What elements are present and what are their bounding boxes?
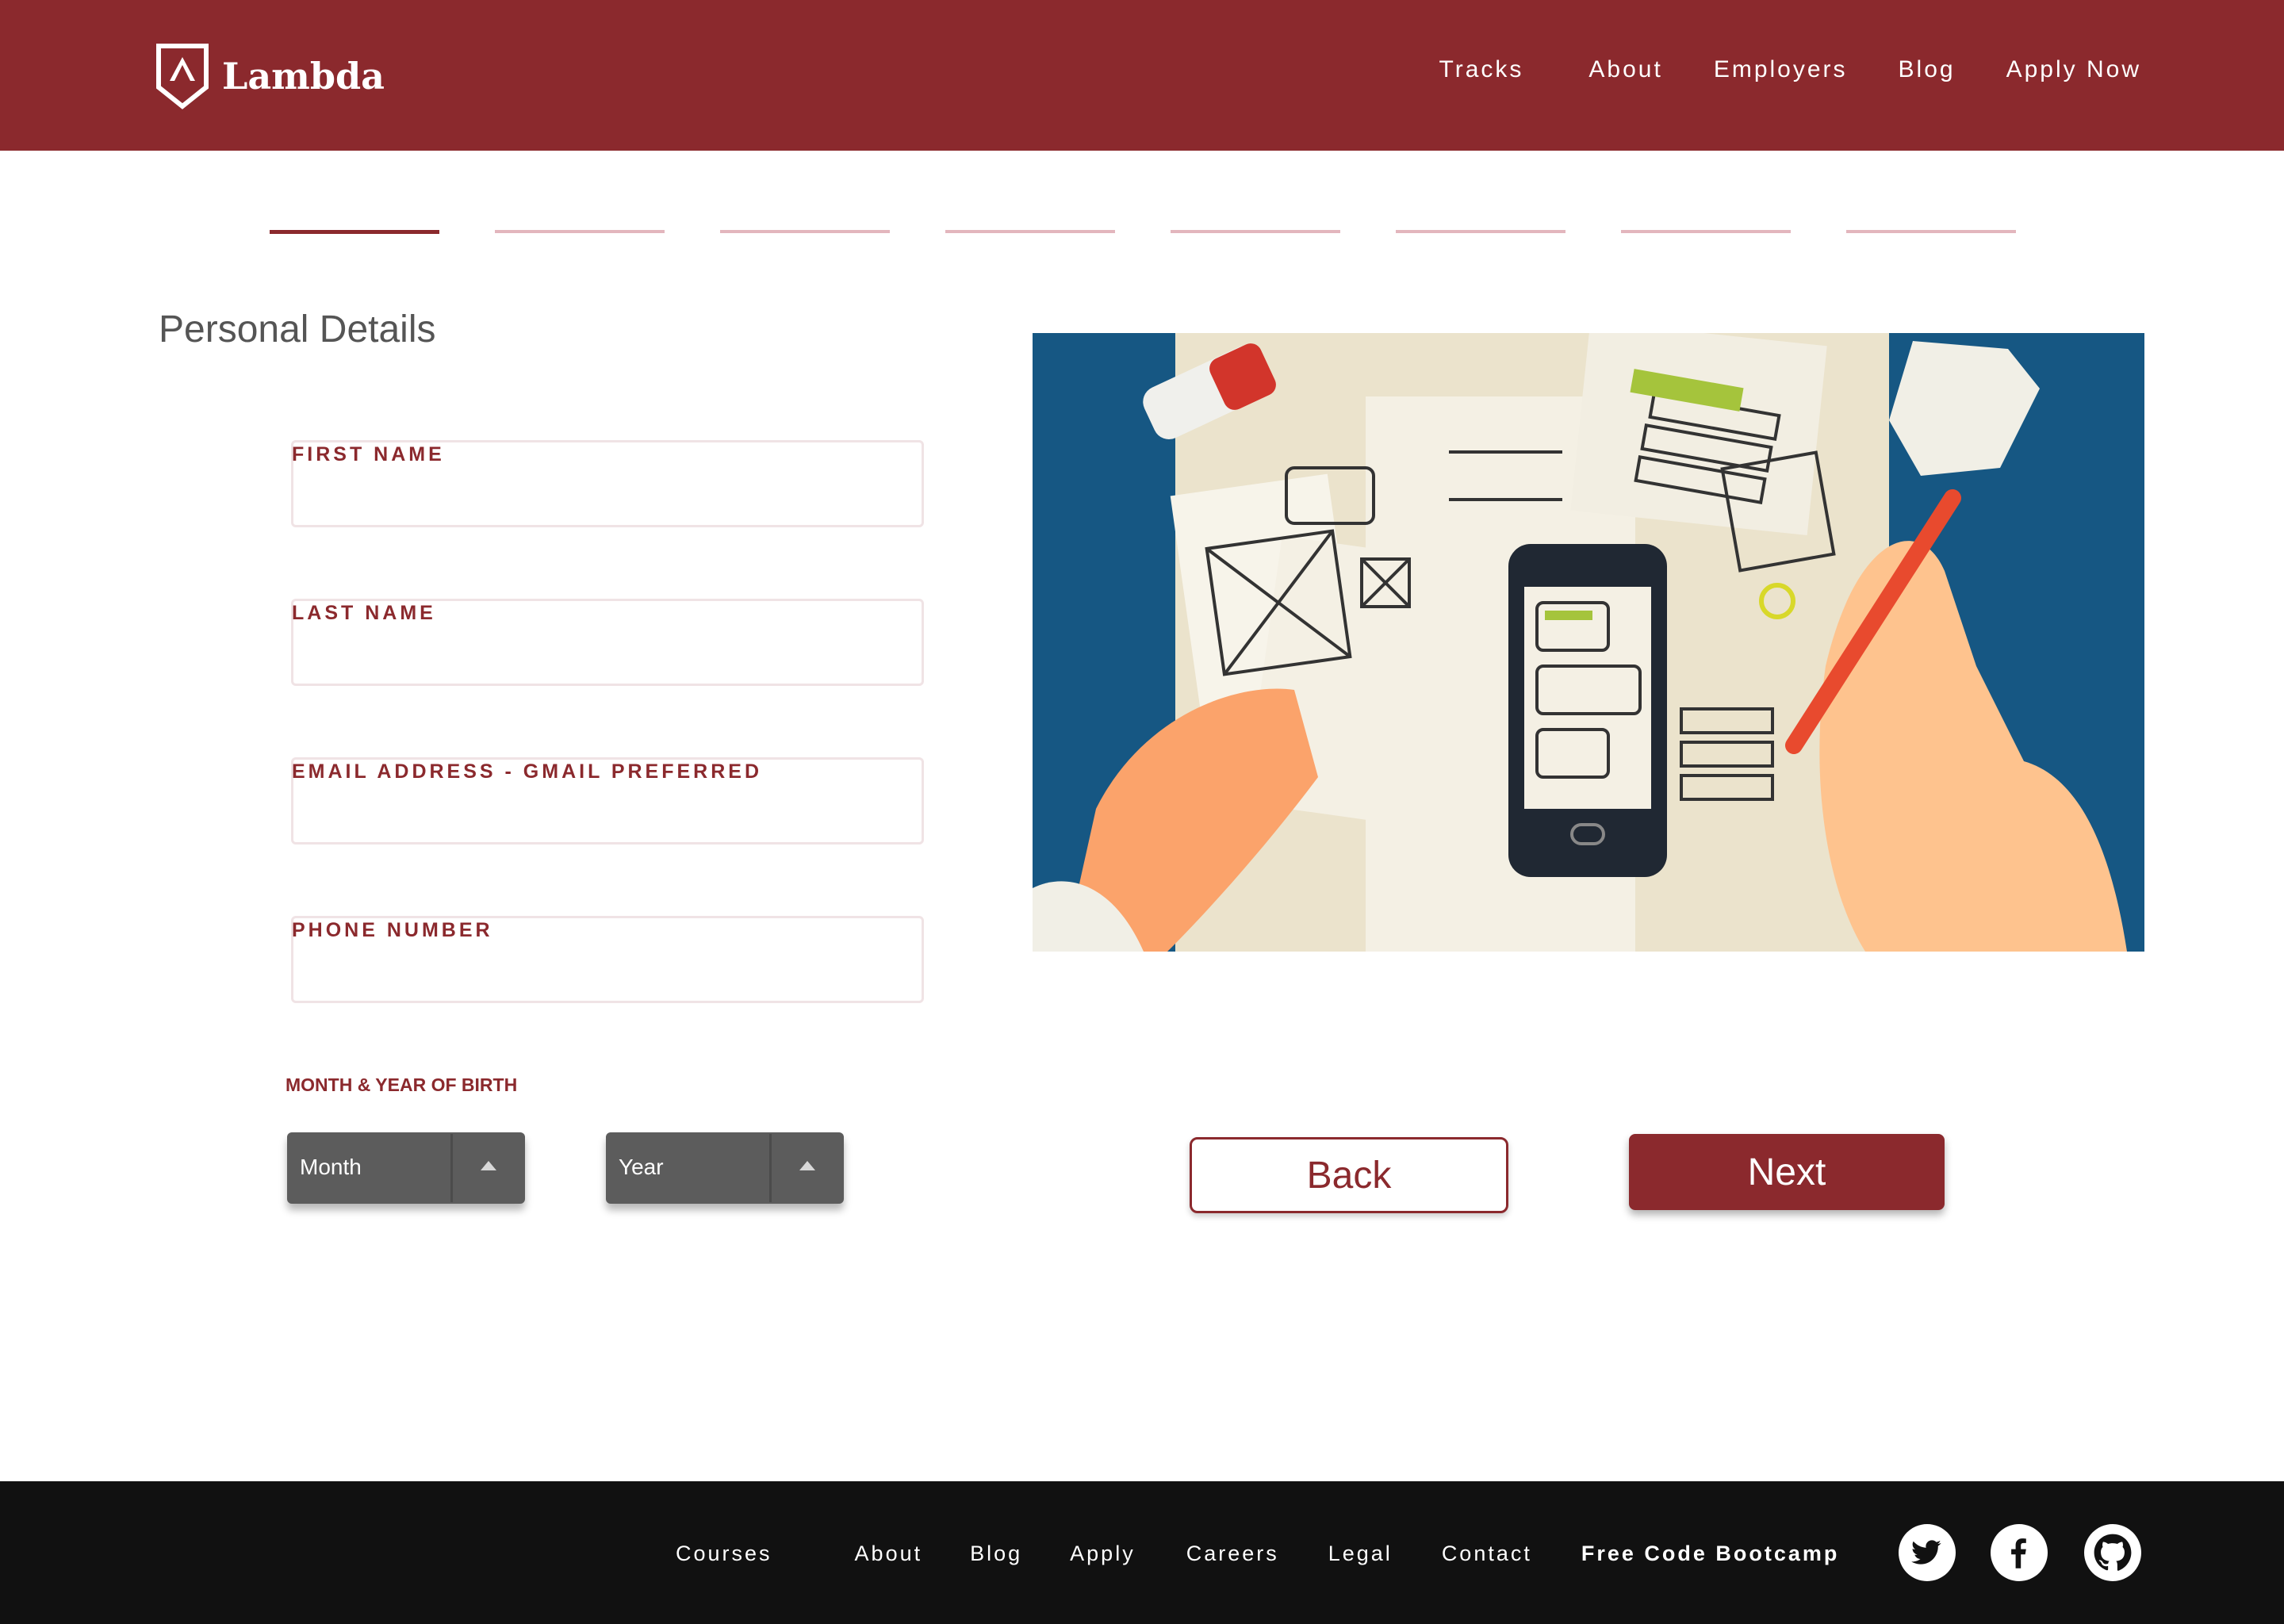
dob-label: MONTH & YEAR OF BIRTH (286, 1074, 518, 1095)
month-select-value: Month (300, 1155, 362, 1179)
wireframe-illustration-art (1033, 333, 2144, 952)
footer-link-apply[interactable]: Apply (1070, 1542, 1136, 1566)
footer-link-courses[interactable]: Courses (676, 1542, 772, 1566)
main-nav: Tracks About Employers Blog Apply Now (1439, 48, 2141, 92)
nav-apply-now[interactable]: Apply Now (2006, 56, 2141, 83)
progress-step-1 (270, 230, 439, 234)
footer-link-about[interactable]: About (855, 1542, 923, 1566)
month-select-divider (450, 1134, 453, 1202)
progress-step-7 (1621, 230, 1791, 233)
footer-link-legal[interactable]: Legal (1328, 1542, 1393, 1566)
progress-step-6 (1396, 230, 1565, 233)
back-button[interactable]: Back (1190, 1137, 1508, 1213)
nav-blog[interactable]: Blog (1899, 56, 1956, 83)
progress-step-3 (720, 230, 890, 233)
email-label: EMAIL ADDRESS - GMAIL PREFERRED (292, 760, 763, 783)
wireframe-illustration (1033, 333, 2144, 952)
progress-step-4 (945, 230, 1115, 233)
next-button[interactable]: Next (1629, 1134, 1945, 1210)
facebook-f-icon (2011, 1538, 2026, 1568)
caret-up-icon (481, 1161, 496, 1170)
last-name-label: LAST NAME (292, 602, 436, 624)
footer-link-contact[interactable]: Contact (1442, 1542, 1532, 1566)
footer-link-blog[interactable]: Blog (970, 1542, 1022, 1566)
nav-about[interactable]: About (1588, 56, 1662, 83)
year-select-divider (769, 1134, 772, 1202)
caret-up-icon (799, 1161, 815, 1170)
logo-text: Lambda (222, 55, 385, 98)
nav-tracks[interactable]: Tracks (1439, 56, 1524, 83)
lambda-logo[interactable]: Lambda (155, 43, 385, 109)
month-select[interactable]: Month (287, 1132, 525, 1204)
progress-step-2 (495, 230, 665, 233)
progress-step-8 (1846, 230, 2016, 233)
github-octocat-icon (2094, 1534, 2132, 1571)
first-name-label: FIRST NAME (292, 443, 445, 465)
year-select[interactable]: Year (606, 1132, 844, 1204)
twitter-bird-icon (1911, 1540, 1941, 1565)
footer-link-careers[interactable]: Careers (1186, 1542, 1279, 1566)
progress-step-5 (1171, 230, 1340, 233)
year-select-value: Year (619, 1155, 664, 1179)
shield-logo-icon (156, 44, 209, 109)
nav-employers[interactable]: Employers (1714, 56, 1848, 83)
page-title: Personal Details (159, 308, 436, 350)
twitter-icon[interactable] (1899, 1524, 1956, 1581)
footer-nav: Courses About Blog Apply Careers Legal C… (676, 1542, 1839, 1566)
github-icon[interactable] (2084, 1524, 2141, 1581)
phone-label: PHONE NUMBER (292, 919, 493, 941)
facebook-icon[interactable] (1991, 1524, 2048, 1581)
footer-link-free-code-bootcamp[interactable]: Free Code Bootcamp (1581, 1542, 1840, 1566)
